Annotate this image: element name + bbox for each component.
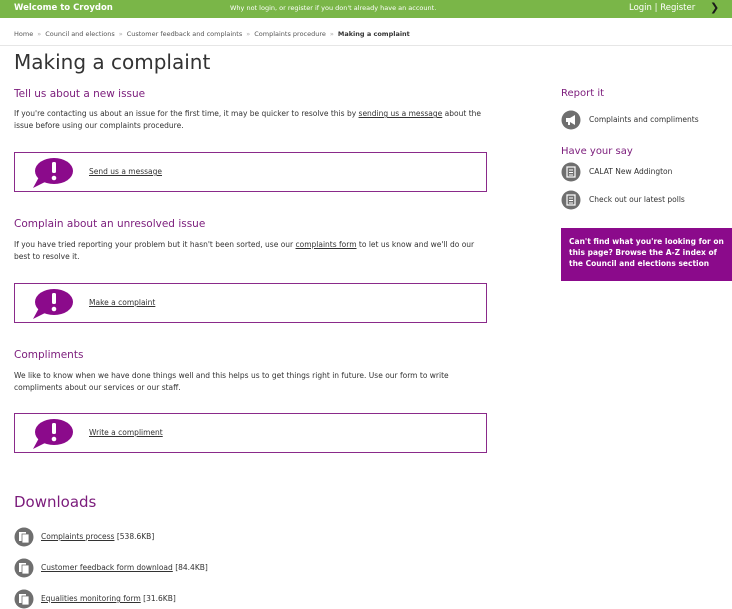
breadcrumb: Home» Council and elections» Customer feed… [14, 30, 410, 38]
sidebar-link-calat[interactable]: CALAT New Addington [589, 167, 672, 176]
breadcrumb-separator: » [246, 30, 251, 38]
breadcrumb-separator: » [118, 30, 123, 38]
sending-us-a-message-link[interactable]: sending us a message [359, 109, 443, 118]
top-bar: Welcome to Croydon Why not login, or reg… [0, 0, 732, 18]
breadcrumb-current: Making a complaint [337, 30, 410, 38]
breadcrumb-separator: » [37, 30, 42, 38]
cta-box-write-compliment[interactable]: Write a compliment [14, 413, 487, 453]
login-register-link[interactable]: Login | Register [629, 3, 695, 13]
breadcrumb-home[interactable]: Home [14, 30, 33, 38]
cta-box-make-complaint[interactable]: Make a complaint [14, 283, 487, 323]
text-before: If you have tried reporting your problem… [14, 240, 296, 249]
section-heading-new-issue: Tell us about a new issue [14, 88, 146, 100]
welcome-brand: Welcome to Croydon [14, 3, 113, 13]
list-icon [561, 190, 581, 210]
account-notice: Why not login, or register if you don't … [230, 4, 437, 12]
speech-bubble-exclamation-icon [33, 158, 73, 188]
document-icon [14, 558, 34, 578]
megaphone-icon [561, 110, 581, 130]
text-before: If you're contacting us about an issue f… [14, 109, 359, 118]
download-link[interactable]: Complaints process [41, 532, 114, 541]
complaints-form-link[interactable]: complaints form [296, 240, 357, 249]
document-icon [14, 589, 34, 609]
section-text-unresolved: If you have tried reporting your problem… [14, 239, 484, 263]
breadcrumb-separator: » [329, 30, 334, 38]
download-text: Customer feedback form download [84.4KB] [41, 563, 208, 572]
section-heading-compliments: Compliments [14, 349, 84, 361]
sidebar-report-heading: Report it [561, 88, 605, 99]
file-size: [538.6KB] [116, 532, 155, 541]
download-link[interactable]: Customer feedback form download [41, 563, 173, 572]
sidebar-link-polls[interactable]: Check out our latest polls [589, 195, 685, 204]
download-link[interactable]: Equalities monitoring form [41, 594, 141, 603]
sidebar-link-complaints[interactable]: Complaints and compliments [589, 115, 699, 124]
make-complaint-link[interactable]: Make a complaint [89, 298, 155, 307]
section-heading-unresolved: Complain about an unresolved issue [14, 218, 206, 230]
document-icon [14, 527, 34, 547]
sidebar-say-heading: Have your say [561, 146, 633, 157]
page-title: Making a complaint [14, 50, 211, 74]
speech-bubble-exclamation-icon [33, 419, 73, 449]
chevron-right-icon[interactable]: ❯ [710, 1, 719, 14]
section-text-new-issue: If you're contacting us about an issue f… [14, 108, 484, 132]
send-message-link[interactable]: Send us a message [89, 167, 162, 176]
file-size: [31.6KB] [143, 594, 176, 603]
az-index-promo[interactable]: Can't find what you're looking for on th… [561, 228, 732, 281]
section-text-compliments: We like to know when we have done things… [14, 371, 449, 392]
list-icon [561, 162, 581, 182]
breadcrumb-council-elections[interactable]: Council and elections [45, 30, 115, 38]
write-compliment-link[interactable]: Write a compliment [89, 428, 163, 437]
speech-bubble-exclamation-icon [33, 289, 73, 319]
download-text: Complaints process [538.6KB] [41, 532, 154, 541]
download-text: Equalities monitoring form [31.6KB] [41, 594, 176, 603]
breadcrumb-customer-feedback[interactable]: Customer feedback and complaints [127, 30, 243, 38]
downloads-heading: Downloads [14, 493, 97, 511]
cta-box-send-message[interactable]: Send us a message [14, 152, 487, 192]
header-divider [0, 45, 732, 46]
file-size: [84.4KB] [175, 563, 208, 572]
breadcrumb-complaints-procedure[interactable]: Complaints procedure [254, 30, 326, 38]
